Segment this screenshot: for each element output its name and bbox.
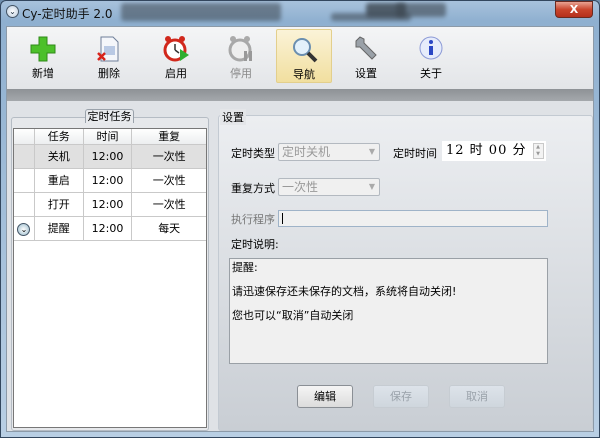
- disable-button[interactable]: 停用: [213, 29, 269, 83]
- enable-button[interactable]: 启用: [148, 29, 204, 83]
- tasks-group-label: 定时任务: [85, 109, 134, 123]
- info-icon: [419, 36, 443, 60]
- toolbar: 新增 删除 启用 停用 导航 设置 关于: [7, 27, 593, 89]
- alarm-play-icon: [163, 36, 189, 62]
- description-textarea[interactable]: 提醒: 请迅速保存还未保存的文档，系统将自动关闭! 您也可以“取消”自动关闭: [229, 258, 548, 364]
- task-table[interactable]: 任务 时间 重复 关机 12:00 一次性 重启 12:00 一次性 打开 12…: [13, 128, 207, 428]
- description-line: 您也可以“取消”自动关闭: [232, 309, 354, 322]
- time-spinner[interactable]: ▲ ▼: [533, 143, 544, 159]
- clock-icon: ⌄: [17, 223, 31, 236]
- time-cell: 12:00: [84, 217, 133, 240]
- background-blur: [396, 3, 446, 17]
- repeat-mode-select[interactable]: 一次性 ▼: [278, 178, 380, 196]
- alarm-pause-icon: [228, 36, 252, 62]
- repeat-cell: 一次性: [152, 150, 186, 163]
- repeat-mode-label: 重复方式: [231, 182, 275, 195]
- table-header: 任务 时间 重复: [14, 129, 206, 145]
- program-label: 执行程序: [231, 213, 275, 226]
- chevron-down-icon: ▼: [368, 182, 375, 191]
- repeat-mode-value: 一次性: [282, 180, 319, 194]
- delete-button[interactable]: 删除: [81, 29, 137, 83]
- task-cell: 提醒: [35, 217, 84, 240]
- timer-time-input[interactable]: 12 时 00 分 ▲ ▼: [442, 141, 546, 161]
- enable-label: 启用: [165, 67, 187, 80]
- navigate-button[interactable]: 导航: [276, 29, 332, 83]
- add-label: 新增: [32, 67, 54, 80]
- table-row[interactable]: 关机 12:00 一次性: [14, 145, 206, 169]
- disable-label: 停用: [230, 67, 252, 80]
- program-input[interactable]: [278, 210, 548, 227]
- task-cell: 重启: [35, 169, 84, 192]
- table-row[interactable]: 打开 12:00 一次性: [14, 193, 206, 217]
- column-header-repeat[interactable]: 重复: [132, 129, 206, 144]
- window-title: Cy-定时助手 2.0: [22, 7, 113, 21]
- table-row[interactable]: 重启 12:00 一次性: [14, 169, 206, 193]
- column-header-time[interactable]: 时间: [84, 129, 133, 144]
- save-button[interactable]: 保存: [373, 385, 429, 408]
- about-button[interactable]: 关于: [403, 29, 459, 83]
- task-cell: 关机: [35, 145, 84, 168]
- wrench-icon: [355, 36, 377, 60]
- text-caret: [282, 213, 283, 224]
- row-indicator: [14, 145, 35, 168]
- description-line: 提醒:: [232, 261, 258, 274]
- magnifier-icon: [293, 38, 318, 63]
- timer-time-label: 定时时间: [393, 147, 437, 160]
- settings-button[interactable]: 设置: [338, 29, 394, 83]
- plus-icon: [30, 36, 56, 62]
- navigate-label: 导航: [293, 68, 315, 81]
- background-blur: [121, 3, 281, 21]
- settings-group-label: 设置: [220, 109, 246, 125]
- cancel-button[interactable]: 取消: [449, 385, 505, 408]
- delete-document-icon: [97, 36, 119, 62]
- add-button[interactable]: 新增: [15, 29, 71, 83]
- indicator-header: [14, 129, 35, 144]
- row-indicator: ⌄: [14, 217, 35, 240]
- table-row[interactable]: ⌄ 提醒 12:00 每天: [14, 217, 206, 241]
- repeat-cell: 每天: [158, 222, 181, 235]
- about-label: 关于: [420, 67, 442, 80]
- description-line: 请迅速保存还未保存的文档，系统将自动关闭!: [232, 285, 457, 298]
- toolbar-separator: [7, 89, 593, 101]
- task-cell: 打开: [35, 193, 84, 216]
- settings-label: 设置: [355, 67, 377, 80]
- time-cell: 12:00: [84, 145, 133, 168]
- row-indicator: [14, 193, 35, 216]
- chevron-down-icon: ▼: [368, 147, 375, 156]
- timer-type-label: 定时类型: [231, 147, 275, 160]
- edit-button[interactable]: 编辑: [297, 385, 353, 408]
- system-menu-icon[interactable]: ⌄: [6, 5, 19, 18]
- timer-type-value: 定时关机: [282, 145, 331, 159]
- time-cell: 12:00: [84, 193, 133, 216]
- time-cell: 12:00: [84, 169, 133, 192]
- column-header-task[interactable]: 任务: [35, 129, 84, 144]
- client-area: 新增 删除 启用 停用 导航 设置 关于 定时任务 任务 时间 重复 关机 12…: [6, 26, 594, 432]
- row-indicator: [14, 169, 35, 192]
- close-button[interactable]: X: [555, 1, 593, 18]
- description-label: 定时说明:: [231, 238, 279, 251]
- timer-type-select[interactable]: 定时关机 ▼: [278, 143, 380, 161]
- delete-label: 删除: [98, 67, 120, 80]
- timer-time-value: 12 时 00 分: [446, 143, 527, 158]
- repeat-cell: 一次性: [152, 198, 186, 211]
- repeat-cell: 一次性: [152, 174, 186, 187]
